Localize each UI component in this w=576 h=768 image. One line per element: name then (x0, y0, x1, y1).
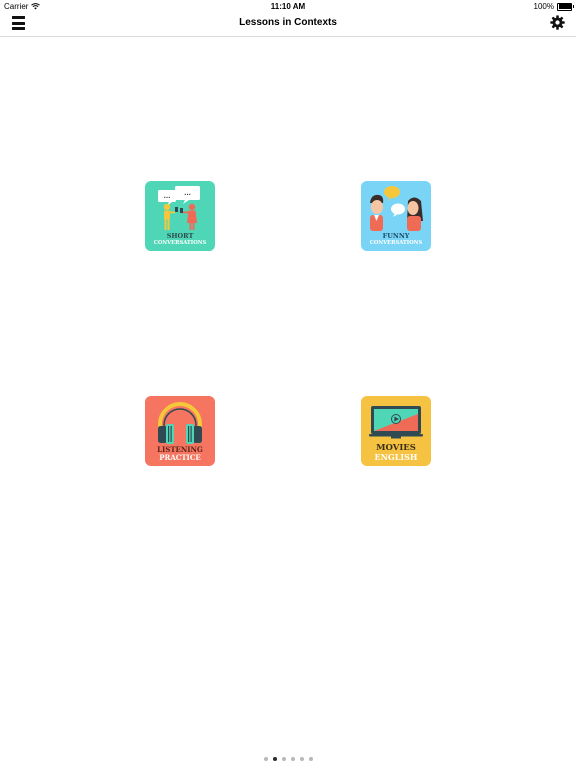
bubble-text-1: ... (164, 193, 171, 200)
tile-label-line2: ENGLISH (374, 452, 418, 462)
battery-percent: 100% (533, 2, 554, 11)
funny-conversations-tile[interactable]: FUNNY CONVERSATIONS (361, 181, 431, 251)
status-time: 11:10 AM (270, 2, 306, 11)
page-dot[interactable] (272, 757, 277, 761)
gear-icon[interactable] (550, 15, 565, 30)
page-title: Lessons in Contexts (239, 17, 337, 28)
listening-practice-tile[interactable]: LISTENING PRACTICE (145, 396, 215, 466)
short-conversations-tile[interactable]: ... ... SHORT CONVERSATIONS (145, 181, 215, 251)
page-dot[interactable] (308, 757, 313, 761)
page-dot[interactable] (263, 757, 268, 761)
page-control[interactable] (0, 757, 576, 761)
status-bar: Carrier 11:10 AM 100% (0, 0, 576, 12)
page-dot[interactable] (290, 757, 295, 761)
tile-label-line1: FUNNY (382, 232, 410, 240)
page-dot[interactable] (281, 757, 286, 761)
tile-label-line1: SHORT (166, 232, 194, 240)
page-dot[interactable] (299, 757, 304, 761)
tile-label-line2: CONVERSATIONS (369, 240, 423, 246)
bubble-text-2: ... (184, 190, 191, 197)
battery-icon (557, 2, 574, 11)
app-screen: Carrier 11:10 AM 100% Lessons in Context… (0, 0, 576, 768)
tile-label-line2: PRACTICE (159, 453, 201, 462)
tile-label-line1: LISTENING (157, 445, 203, 454)
navigation-bar: Lessons in Contexts (0, 12, 576, 37)
tile-label-line2: CONVERSATIONS (153, 240, 207, 246)
status-right: 100% (533, 2, 574, 11)
movies-english-tile[interactable]: MOVIES ENGLISH (361, 396, 431, 466)
